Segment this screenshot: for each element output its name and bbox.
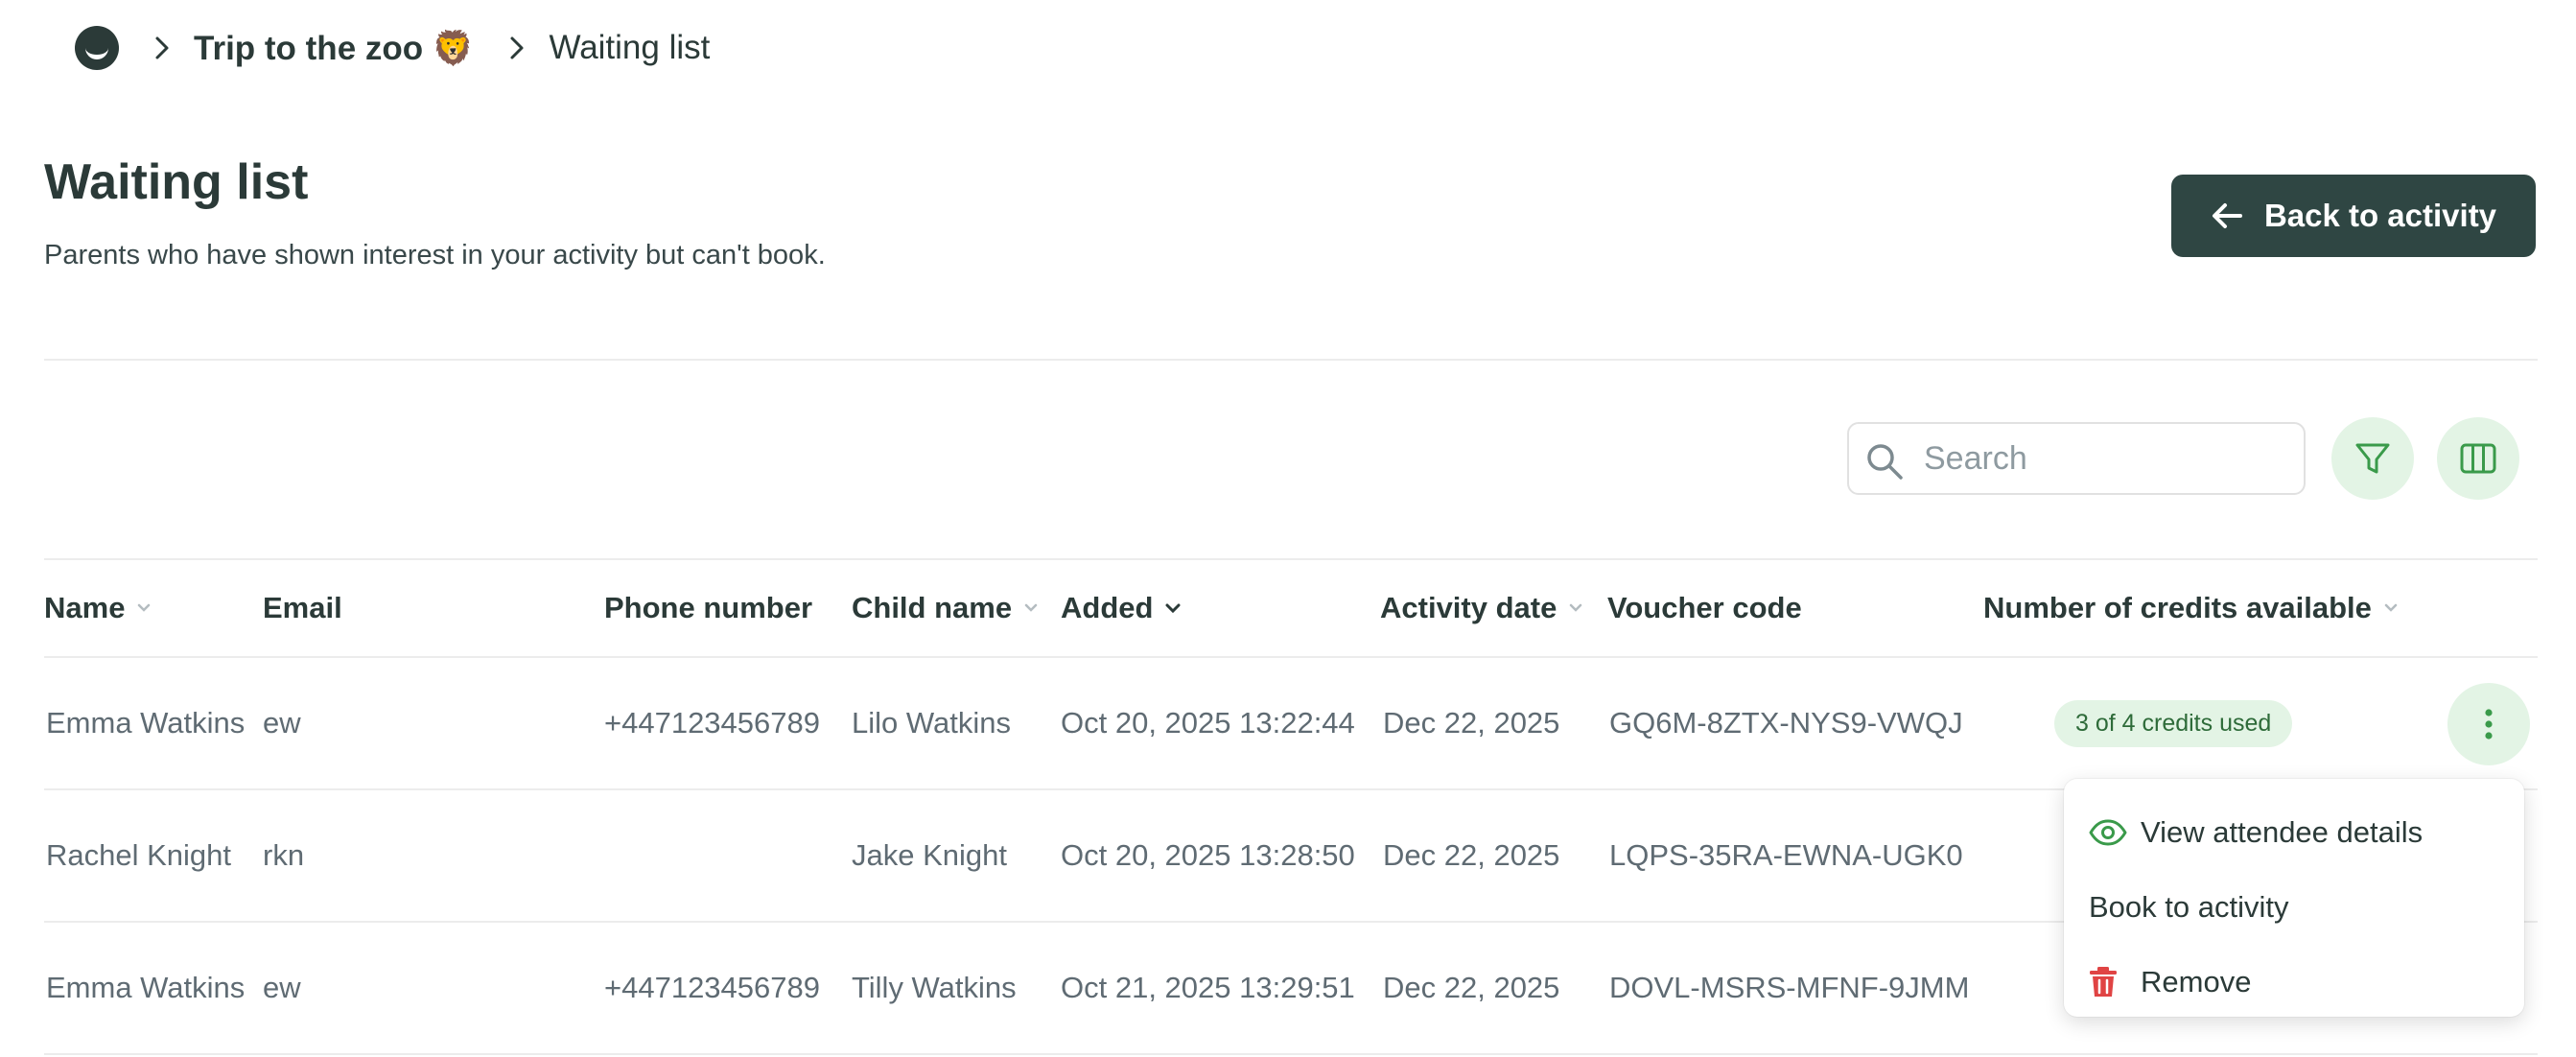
cell-voucher-code: DOVL-MSRS-MFNF-9JMM: [1609, 971, 1970, 1004]
cell-activity-date: Dec 22, 2025: [1383, 971, 1560, 1004]
smile-logo-icon[interactable]: [75, 26, 119, 70]
cell-phone: +447123456789: [604, 706, 820, 740]
view-attendee-details-menu-item[interactable]: View attendee details: [2089, 804, 2423, 861]
column-header-label: Number of credits available: [1983, 591, 2372, 624]
column-header-credits[interactable]: Number of credits available: [1983, 560, 2399, 656]
chevron-right-icon: [508, 35, 526, 61]
cell-child-name: Tilly Watkins: [852, 971, 1017, 1004]
column-header-label: Added: [1061, 591, 1154, 624]
cell-added: Oct 20, 2025 13:28:50: [1061, 838, 1355, 872]
kebab-menu-icon: [2484, 708, 2494, 740]
column-header-label: Phone number: [604, 591, 813, 624]
table-header: Name Email Phone number Child name Added…: [44, 558, 2538, 658]
column-header-label: Child name: [852, 591, 1013, 624]
cell-child-name: Jake Knight: [852, 838, 1007, 872]
search-icon: [1864, 441, 1905, 486]
column-header-label: Activity date: [1380, 591, 1557, 624]
cell-name: Emma Watkins: [46, 971, 246, 1004]
sort-chevron-icon: [1568, 602, 1583, 614]
cell-name: Emma Watkins: [46, 706, 246, 740]
cell-child-name: Lilo Watkins: [852, 706, 1011, 740]
cell-phone: +447123456789: [604, 971, 820, 1004]
cell-activity-date: Dec 22, 2025: [1383, 706, 1560, 740]
remove-menu-item[interactable]: Remove: [2089, 953, 2251, 1011]
row-actions-menu: View attendee details Book to activity R…: [2064, 779, 2524, 1017]
menu-item-label: View attendee details: [2141, 815, 2424, 849]
cell-voucher-code: LQPS-35RA-EWNA-UGK0: [1609, 838, 1963, 872]
sort-chevron-icon: [136, 602, 152, 614]
cell-email: ew: [263, 971, 301, 1004]
cell-name: Rachel Knight: [46, 838, 232, 872]
column-header-child-name[interactable]: Child name: [852, 560, 1039, 656]
page-title: Waiting list: [44, 154, 309, 210]
divider: [44, 359, 2538, 361]
column-header-added[interactable]: Added: [1061, 560, 1182, 656]
columns-button[interactable]: [2437, 417, 2519, 500]
back-to-activity-label: Back to activity: [2263, 198, 2497, 233]
breadcrumb: Trip to the zoo 🦁 Waiting list: [75, 21, 710, 75]
filter-button[interactable]: [2331, 417, 2414, 500]
cell-voucher-code: GQ6M-8ZTX-NYS9-VWQJ: [1609, 706, 1963, 740]
column-header-phone: Phone number: [604, 560, 812, 656]
menu-item-label: Remove: [2141, 965, 2252, 998]
page-subtitle: Parents who have shown interest in your …: [44, 240, 826, 270]
search-box[interactable]: [1847, 422, 2306, 495]
breadcrumb-item-current: Waiting list: [549, 29, 711, 66]
sort-chevron-active-icon: [1164, 602, 1182, 614]
columns-icon: [2459, 439, 2497, 478]
table-row[interactable]: Emma Watkins ew +447123456789 Lilo Watki…: [44, 658, 2538, 790]
eye-icon: [2089, 819, 2127, 846]
column-header-label: Name: [44, 591, 126, 624]
filter-icon: [2354, 439, 2392, 478]
back-to-activity-button[interactable]: Back to activity: [2171, 175, 2536, 257]
book-to-activity-menu-item[interactable]: Book to activity: [2089, 879, 2288, 936]
cell-email: rkn: [263, 838, 305, 872]
cell-email: ew: [263, 706, 301, 740]
column-header-email: Email: [263, 560, 342, 656]
chevron-right-icon: [153, 35, 171, 61]
trash-icon: [2089, 966, 2127, 998]
row-actions-button[interactable]: [2447, 683, 2530, 765]
search-input[interactable]: [1922, 438, 2290, 479]
sort-chevron-icon: [1023, 602, 1039, 614]
column-header-label: Voucher code: [1607, 591, 1802, 624]
cell-added: Oct 21, 2025 13:29:51: [1061, 971, 1355, 1004]
breadcrumb-item-activity[interactable]: Trip to the zoo 🦁: [194, 29, 474, 68]
column-header-voucher-code: Voucher code: [1607, 560, 1802, 656]
arrow-left-icon: [2211, 201, 2243, 230]
column-header-label: Email: [263, 591, 342, 624]
credits-badge: 3 of 4 credits used: [2054, 699, 2293, 747]
cell-credits: 3 of 4 credits used: [2054, 658, 2293, 788]
cell-activity-date: Dec 22, 2025: [1383, 838, 1560, 872]
column-header-name[interactable]: Name: [44, 560, 152, 656]
menu-item-label: Book to activity: [2089, 890, 2289, 924]
cell-added: Oct 20, 2025 13:22:44: [1061, 706, 1355, 740]
sort-chevron-icon: [2383, 602, 2399, 614]
column-header-activity-date[interactable]: Activity date: [1380, 560, 1583, 656]
